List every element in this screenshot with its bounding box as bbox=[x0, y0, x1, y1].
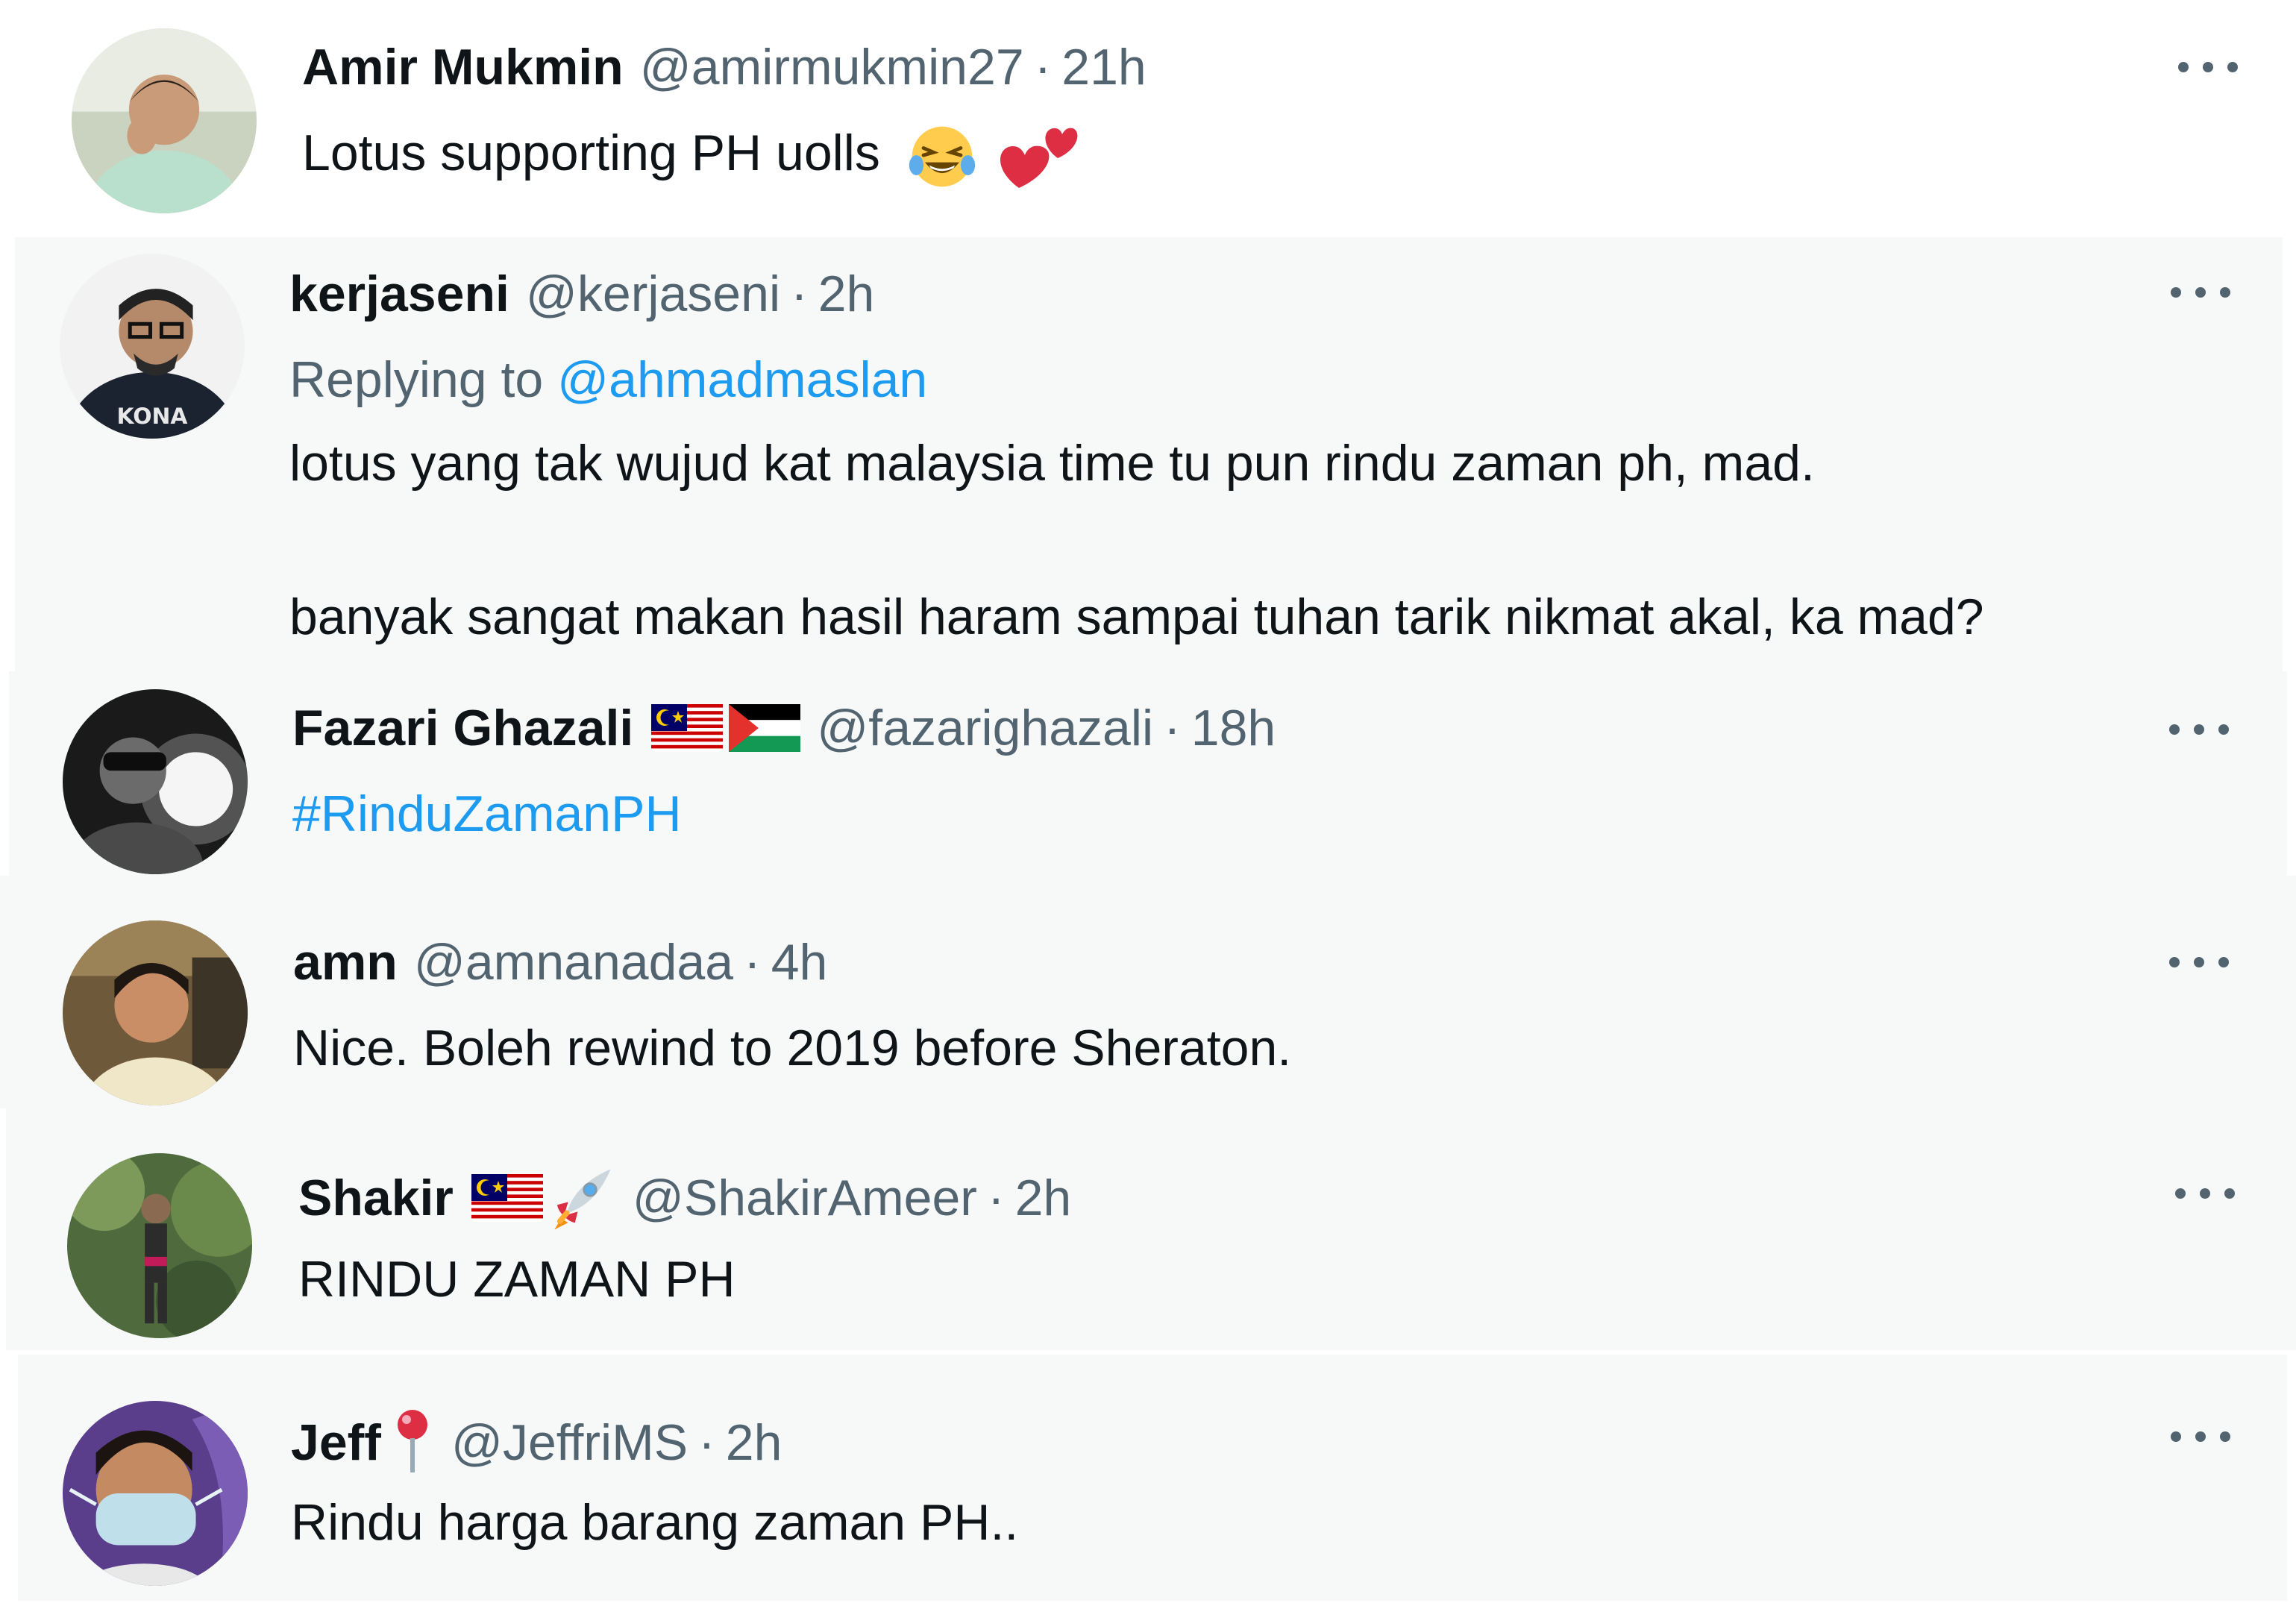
timestamp[interactable]: 4h bbox=[771, 932, 828, 992]
two-hearts-icon bbox=[997, 119, 1079, 194]
dot bbox=[2220, 287, 2230, 298]
separator-dot: · bbox=[1034, 39, 1052, 95]
dot bbox=[2220, 1431, 2230, 1442]
separator-dot: · bbox=[791, 266, 808, 322]
dot bbox=[2218, 957, 2229, 967]
user-handle[interactable]: @fazarighazali bbox=[817, 698, 1153, 758]
dot bbox=[2218, 724, 2229, 735]
separator-dot: · bbox=[1164, 700, 1181, 756]
separator-dot: · bbox=[744, 934, 761, 991]
dot bbox=[2194, 724, 2204, 735]
more-options-button[interactable] bbox=[2169, 721, 2229, 738]
more-options-button[interactable] bbox=[2178, 58, 2238, 76]
tweet-header: Fazari Ghazali @fazarighazali · 18h bbox=[292, 698, 1276, 758]
avatar[interactable] bbox=[67, 1153, 252, 1338]
more-options-button[interactable] bbox=[2169, 953, 2229, 971]
tweet-text-line2: banyak sangat makan hasil haram sampai t… bbox=[289, 589, 1984, 645]
tweet-header: Shakir @ShakirAmeer · 2h bbox=[298, 1164, 1071, 1232]
display-name[interactable]: Fazari Ghazali bbox=[292, 698, 633, 758]
timestamp[interactable]: 2h bbox=[818, 264, 875, 324]
tweet-header: kerjaseni @kerjaseni · 2h bbox=[289, 264, 874, 324]
timestamp[interactable]: 2h bbox=[726, 1413, 782, 1472]
dot bbox=[2200, 1188, 2210, 1199]
rocket-icon bbox=[548, 1164, 616, 1232]
dot bbox=[2224, 1188, 2235, 1199]
dot bbox=[2169, 724, 2180, 735]
dot bbox=[2195, 1431, 2206, 1442]
display-name[interactable]: Amir Mukmin bbox=[302, 37, 624, 97]
avatar[interactable] bbox=[72, 28, 257, 213]
dot bbox=[2195, 287, 2206, 298]
display-name[interactable]: kerjaseni bbox=[289, 264, 509, 324]
dot bbox=[2227, 62, 2238, 72]
avatar[interactable] bbox=[63, 920, 248, 1105]
tweet-header: amn @amnanadaa · 4h bbox=[293, 932, 827, 992]
separator-dot: · bbox=[698, 1414, 715, 1471]
reply-mention-link[interactable]: @ahmadmaslan bbox=[557, 351, 927, 408]
user-handle[interactable]: @amnanadaa bbox=[414, 932, 733, 992]
palestine-flag-icon bbox=[729, 704, 800, 752]
tweet-shakir[interactable]: Shakir @ShakirAmeer · 2h RINDU ZAMAN PH bbox=[6, 1108, 2296, 1350]
replying-to-line: Replying to @ahmadmaslan bbox=[289, 342, 927, 418]
display-name[interactable]: Shakir bbox=[298, 1168, 454, 1228]
replying-prefix: Replying to bbox=[289, 351, 558, 408]
timestamp[interactable]: 18h bbox=[1191, 698, 1276, 758]
dot bbox=[2171, 1431, 2181, 1442]
dot bbox=[2175, 1188, 2186, 1199]
malaysia-flag-icon bbox=[651, 704, 723, 752]
tweet-text-line1: lotus yang tak wujud kat malaysia time t… bbox=[289, 435, 1815, 492]
dot bbox=[2171, 287, 2181, 298]
user-handle[interactable]: @ShakirAmeer bbox=[633, 1168, 977, 1228]
display-name[interactable]: Jeff bbox=[291, 1413, 381, 1472]
hashtag-link[interactable]: #RinduZamanPH bbox=[292, 776, 682, 852]
tweet-text: Rindu harga barang zaman PH.. bbox=[291, 1494, 1019, 1551]
svg-text:KONA: KONA bbox=[117, 404, 188, 430]
more-options-button[interactable] bbox=[2171, 1428, 2230, 1446]
laughing-tears-icon bbox=[906, 121, 978, 192]
user-handle[interactable]: @kerjaseni bbox=[526, 264, 780, 324]
more-options-button[interactable] bbox=[2171, 283, 2230, 301]
pin-icon bbox=[390, 1407, 435, 1478]
tweet-text: Nice. Boleh rewind to 2019 before Sherat… bbox=[293, 1020, 1292, 1076]
tweet-amn[interactable]: amn @amnanadaa · 4h Nice. Boleh rewind t… bbox=[0, 876, 2296, 1108]
tweet-jeff[interactable]: Jeff @JeffriMS · 2h Rindu harga barang z… bbox=[18, 1355, 2287, 1601]
separator-dot: · bbox=[987, 1170, 1005, 1226]
dot bbox=[2194, 957, 2204, 967]
avatar[interactable] bbox=[63, 689, 248, 874]
timestamp[interactable]: 2h bbox=[1015, 1168, 1072, 1228]
dot bbox=[2203, 62, 2213, 72]
dot bbox=[2178, 62, 2189, 72]
user-handle[interactable]: @JeffriMS bbox=[451, 1413, 688, 1472]
tweet-fazari-ghazali[interactable]: Fazari Ghazali @fazarighazali · 18h #Rin… bbox=[9, 671, 2287, 876]
tweet-text: RINDU ZAMAN PH bbox=[298, 1251, 735, 1308]
tweet-text: Lotus supporting PH uolls bbox=[302, 115, 1079, 194]
more-options-button[interactable] bbox=[2175, 1185, 2235, 1202]
user-handle[interactable]: @amirmukmin27 bbox=[640, 37, 1024, 97]
tweet-header: Jeff @JeffriMS · 2h bbox=[291, 1407, 782, 1478]
avatar[interactable] bbox=[63, 1401, 248, 1586]
dot bbox=[2169, 957, 2180, 967]
tweet-header: Amir Mukmin @amirmukmin27 · 21h bbox=[302, 37, 1147, 97]
tweet-kerjaseni[interactable]: KONA kerjaseni @kerjaseni · 2h Replying … bbox=[15, 237, 2283, 671]
malaysia-flag-icon bbox=[471, 1174, 543, 1222]
tweet-amir-mukmin[interactable]: Amir Mukmin @amirmukmin27 · 21h Lotus su… bbox=[0, 0, 2296, 237]
timestamp[interactable]: 21h bbox=[1061, 37, 1146, 97]
avatar[interactable]: KONA bbox=[60, 254, 245, 439]
display-name[interactable]: amn bbox=[293, 932, 398, 992]
